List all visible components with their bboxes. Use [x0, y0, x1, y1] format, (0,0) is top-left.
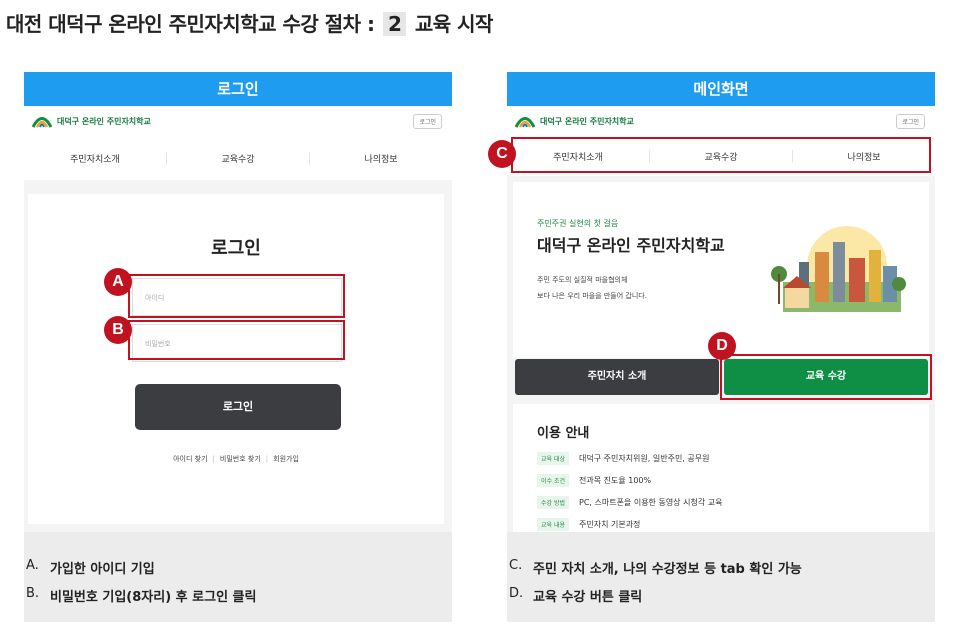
- login-panel-header: 로그인: [24, 72, 452, 106]
- intro-button[interactable]: 주민자치 소개: [515, 359, 719, 395]
- title-suffix: 교육 시작: [414, 12, 494, 36]
- site-logo-icon: [515, 117, 535, 128]
- note-letter: B.: [26, 586, 40, 601]
- note-c: C. 주민 자치 소개, 나의 수강정보 등 tab 확인 가능: [509, 558, 935, 577]
- info-tag: 이수 조건: [537, 474, 569, 487]
- tab-intro[interactable]: 주민자치소개: [24, 151, 167, 165]
- site-topbar-main: 대덕구 온라인 주민자치학교 로그인: [507, 106, 935, 136]
- site-name: 대덕구 온라인 주민자치학교: [57, 116, 151, 126]
- note-letter: C.: [509, 558, 523, 573]
- badge-d: D: [708, 332, 736, 360]
- highlight-b: [128, 320, 345, 360]
- title-prefix: 대전 대덕구 온라인 주민자치학교 수강 절차 :: [6, 12, 375, 36]
- notes-right: C. 주민 자치 소개, 나의 수강정보 등 tab 확인 가능 D. 교육 수…: [507, 532, 935, 622]
- find-links: 아이디 찾기 | 비밀번호 찾기 | 회원가입: [173, 455, 299, 463]
- header-login-button[interactable]: 로그인: [413, 114, 442, 129]
- usage-info: 이용 안내 교육 대상 대덕구 주민자치위원, 일반주민, 공무원 이수 조건 …: [513, 404, 929, 532]
- info-row: 교육 대상 대덕구 주민자치위원, 일반주민, 공무원: [537, 452, 709, 465]
- badge-b: B: [104, 316, 132, 344]
- find-id-link[interactable]: 아이디 찾기: [173, 455, 207, 463]
- step-number: 2: [382, 12, 407, 36]
- info-text: 대덕구 주민자치위원, 일반주민, 공무원: [579, 454, 710, 463]
- main-panel-header: 메인화면: [507, 72, 935, 106]
- login-title: 로그인: [211, 238, 261, 259]
- note-text: 주민 자치 소개, 나의 수강정보 등 tab 확인 가능: [533, 562, 802, 577]
- highlight-d: [720, 354, 932, 400]
- note-text: 비밀번호 기입(8자리) 후 로그인 클릭: [50, 590, 257, 605]
- nav-tabs: 주민자치소개 교육수강 나의정보: [24, 136, 452, 180]
- note-text: 가입한 아이디 기입: [50, 562, 155, 577]
- highlight-c: [511, 137, 931, 173]
- site-topbar: 대덕구 온라인 주민자치학교 로그인: [24, 106, 452, 136]
- info-row: 수강 방법 PC, 스마트폰을 이용한 동영상 시청각 교육: [537, 496, 722, 509]
- hero-kicker: 주민주권 실현의 첫 걸음: [537, 219, 619, 228]
- info-tag: 교육 내용: [537, 518, 569, 531]
- header-login-button[interactable]: 로그인: [896, 114, 925, 129]
- note-text: 교육 수강 버튼 클릭: [533, 590, 643, 605]
- info-tag: 교육 대상: [537, 452, 569, 465]
- hero-description: 주민 주도의 실질적 마을협의체 보다 나은 우리 마을을 만들어 갑니다.: [537, 272, 647, 304]
- note-letter: A.: [26, 558, 39, 573]
- note-a: A. 가입한 아이디 기입: [26, 558, 452, 577]
- site-logo-icon: [32, 117, 52, 128]
- site-name: 대덕구 온라인 주민자치학교: [540, 116, 634, 126]
- signup-link[interactable]: 회원가입: [273, 455, 299, 463]
- village-illustration-icon: [771, 226, 906, 312]
- hero-title: 대덕구 온라인 주민자치학교: [537, 236, 725, 255]
- info-row: 교육 내용 주민자치 기본과정: [537, 518, 640, 531]
- info-title: 이용 안내: [537, 426, 590, 441]
- badge-a: A: [104, 268, 132, 296]
- page-title: 대전 대덕구 온라인 주민자치학교 수강 절차 : 2 교육 시작: [6, 8, 493, 37]
- note-d: D. 교육 수강 버튼 클릭: [509, 586, 935, 605]
- tab-course[interactable]: 교육수강: [167, 151, 310, 165]
- hero-desc-line-2: 보다 나은 우리 마을을 만들어 갑니다.: [537, 292, 647, 300]
- info-tag: 수강 방법: [537, 496, 569, 509]
- note-letter: D.: [509, 586, 524, 601]
- note-b: B. 비밀번호 기입(8자리) 후 로그인 클릭: [26, 586, 452, 605]
- info-text: 주민자치 기본과정: [579, 520, 641, 529]
- info-row: 이수 조건 전과목 진도율 100%: [537, 474, 651, 487]
- notes-left: A. 가입한 아이디 기입 B. 비밀번호 기입(8자리) 후 로그인 클릭: [24, 532, 452, 622]
- tab-myinfo[interactable]: 나의정보: [310, 152, 452, 165]
- hero-desc-line-1: 주민 주도의 실질적 마을협의체: [537, 276, 628, 284]
- highlight-a: [128, 274, 345, 318]
- badge-c: C: [488, 140, 516, 168]
- find-password-link[interactable]: 비밀번호 찾기: [220, 455, 261, 463]
- login-button[interactable]: 로그인: [135, 384, 341, 430]
- info-text: 전과목 진도율 100%: [579, 476, 652, 485]
- info-text: PC, 스마트폰을 이용한 동영상 시청각 교육: [579, 498, 723, 507]
